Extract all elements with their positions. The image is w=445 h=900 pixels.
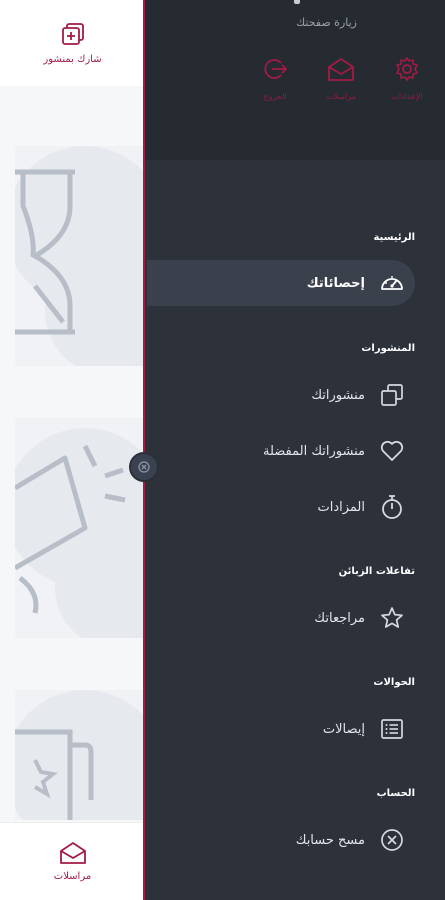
menu-item-favorite-posts[interactable]: منشوراتك المفضلة (175, 428, 445, 474)
heart-icon (379, 438, 405, 464)
mug-icon (15, 729, 94, 820)
delete-circle-icon (379, 827, 405, 853)
section-title-transfers: الحوالات (373, 677, 415, 688)
section-title-customer-interactions: تفاعلات الزبائن (338, 566, 415, 577)
menu-item-receipts[interactable]: إيصالات (175, 706, 445, 752)
settings-button[interactable]: الإعدادات (375, 56, 439, 101)
menu-item-reviews[interactable]: مراجعاتك (175, 595, 445, 641)
messages-nav-label: مراسلات (53, 871, 92, 882)
logout-button[interactable]: الخروج (243, 56, 307, 101)
menu-item-statistics[interactable]: إحصائاتك (147, 260, 415, 306)
settings-label: الإعدادات (391, 92, 423, 101)
mail-open-icon (328, 58, 354, 81)
visit-page-link[interactable]: زيارة صفحتك (296, 16, 357, 29)
receipt-list-icon (379, 716, 405, 742)
copy-posts-icon (379, 382, 405, 408)
menu-item-my-posts[interactable]: منشوراتك (175, 372, 445, 418)
menu-item-label: المزادات (317, 499, 365, 515)
logout-label: الخروج (263, 92, 287, 101)
mail-icon (59, 842, 86, 864)
settings-icon (396, 57, 418, 81)
logout-icon (264, 59, 288, 79)
background-app: شارك بمنشور مراسلات (0, 0, 150, 900)
section-title-account: الحساب (376, 788, 415, 799)
drawer-header: زيارة صفحتك الإعدادات مراسلات الخروج (145, 0, 445, 160)
menu-item-delete-account[interactable]: مسح حسابك (175, 817, 445, 863)
avatar-fragment (294, 0, 300, 4)
stopwatch-icon (379, 494, 405, 520)
menu-item-label: مسح حسابك (295, 832, 365, 848)
drawer-close-handle[interactable] (129, 452, 159, 482)
navigation-drawer: زيارة صفحتك الإعدادات مراسلات الخروج الر… (143, 0, 445, 900)
megaphone-icon (15, 444, 126, 614)
share-post-button[interactable]: شارك بمنشور (0, 0, 145, 86)
close-icon (138, 461, 150, 473)
menu-item-label: منشوراتك (311, 387, 365, 403)
messages-button[interactable]: مراسلات (309, 56, 373, 101)
menu-item-label: مراجعاتك (314, 610, 365, 626)
section-title-main: الرئيسية (373, 232, 415, 243)
menu-item-label: إحصائاتك (306, 275, 365, 291)
star-icon (379, 605, 405, 631)
background-card (15, 418, 145, 638)
messages-nav-button[interactable]: مراسلات (0, 822, 145, 900)
dashboard-gauge-icon (379, 270, 405, 296)
hourglass-icon (15, 169, 75, 335)
add-post-icon (61, 22, 84, 45)
menu-item-label: إيصالات (322, 721, 365, 737)
messages-label: مراسلات (326, 92, 356, 101)
section-title-posts: المنشورات (361, 343, 415, 354)
share-post-label: شارك بمنشور (43, 53, 102, 65)
background-card (15, 690, 145, 820)
background-card (15, 146, 145, 366)
menu-item-label: منشوراتك المفضلة (262, 443, 365, 459)
menu-item-auctions[interactable]: المزادات (175, 484, 445, 530)
